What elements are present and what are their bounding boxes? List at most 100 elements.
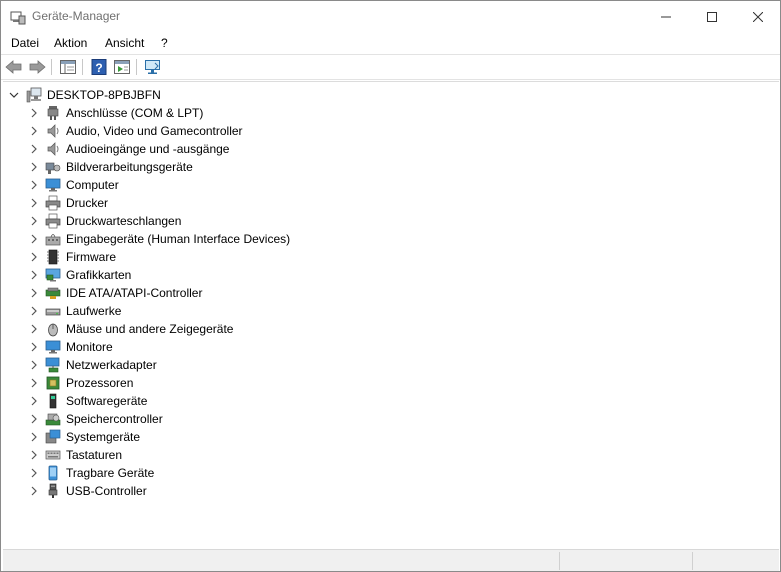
tree-category-item[interactable]: USB-Controller xyxy=(3,482,503,500)
printer-icon xyxy=(45,213,61,229)
network-adapter-icon xyxy=(45,357,60,373)
chevron-right-icon[interactable] xyxy=(29,252,39,262)
tree-category-item[interactable]: Anschlüsse (COM & LPT) xyxy=(3,104,503,122)
system-device-icon xyxy=(45,429,61,444)
chevron-right-icon[interactable] xyxy=(29,234,39,244)
chevron-right-icon[interactable] xyxy=(29,486,39,496)
chevron-right-icon[interactable] xyxy=(29,198,39,208)
tree-category-item[interactable]: Systemgeräte xyxy=(3,428,503,446)
back-arrow-icon xyxy=(5,60,22,74)
help-button[interactable]: ? xyxy=(89,58,109,76)
tree-category-label: USB-Controller xyxy=(66,484,147,498)
chevron-right-icon[interactable] xyxy=(29,378,39,388)
tree-category-label: Monitore xyxy=(66,340,113,354)
keyboard-icon xyxy=(45,450,61,460)
console-tree-button[interactable] xyxy=(58,58,78,76)
tree-category-label: Computer xyxy=(66,178,119,192)
scan-hardware-button[interactable] xyxy=(143,58,163,76)
tree-category-item[interactable]: Tragbare Geräte xyxy=(3,464,503,482)
tree-category-item[interactable]: Prozessoren xyxy=(3,374,503,392)
tree-category-item[interactable]: Tastaturen xyxy=(3,446,503,464)
tree-category-item[interactable]: Eingabegeräte (Human Interface Devices) xyxy=(3,230,503,248)
chevron-right-icon[interactable] xyxy=(29,126,39,136)
tree-category-item[interactable]: Druckwarteschlangen xyxy=(3,212,503,230)
close-icon xyxy=(753,11,763,22)
maximize-icon xyxy=(707,11,717,22)
disk-drive-icon xyxy=(45,308,61,316)
chevron-right-icon[interactable] xyxy=(29,180,39,190)
back-button[interactable] xyxy=(4,58,24,76)
tree-category-label: Drucker xyxy=(66,196,109,210)
properties-icon xyxy=(114,60,130,74)
computer-icon xyxy=(26,87,42,103)
chevron-right-icon[interactable] xyxy=(29,288,39,298)
chevron-right-icon[interactable] xyxy=(29,162,39,172)
tree-category-item[interactable]: Laufwerke xyxy=(3,302,503,320)
tree-category-label: Grafikkarten xyxy=(66,268,132,282)
chevron-right-icon[interactable] xyxy=(29,306,39,316)
tree-category-item[interactable]: Mäuse und andere Zeigegeräte xyxy=(3,320,503,338)
tree-category-item[interactable]: Netzwerkadapter xyxy=(3,356,503,374)
device-manager-app-icon xyxy=(10,11,26,25)
chevron-right-icon[interactable] xyxy=(29,342,39,352)
tree-category-item[interactable]: Audio, Video und Gamecontroller xyxy=(3,122,503,140)
tree-root-node[interactable]: DESKTOP-8PBJBFN xyxy=(3,86,403,104)
title-bar[interactable]: Geräte-Manager xyxy=(1,1,780,32)
svg-text:?: ? xyxy=(95,61,102,75)
camera-icon xyxy=(45,162,61,174)
device-tree[interactable]: DESKTOP-8PBJBFN Anschlüsse (COM & LPT) Au… xyxy=(3,81,779,547)
tree-category-label: Speichercontroller xyxy=(66,412,163,426)
chevron-down-icon[interactable] xyxy=(9,90,19,100)
tree-category-label: Audioeingänge und -ausgänge xyxy=(66,142,230,156)
window-title: Geräte-Manager xyxy=(32,9,121,23)
maximize-button[interactable] xyxy=(689,1,735,32)
properties-button[interactable] xyxy=(112,58,132,76)
toolbar-separator xyxy=(82,59,83,75)
tree-category-item[interactable]: Monitore xyxy=(3,338,503,356)
tree-category-label: Eingabegeräte (Human Interface Devices) xyxy=(66,232,291,246)
mouse-icon xyxy=(48,323,58,337)
tree-category-label: Anschlüsse (COM & LPT) xyxy=(66,106,204,120)
status-divider xyxy=(692,552,693,570)
chevron-right-icon[interactable] xyxy=(29,450,39,460)
tree-category-label: Mäuse und andere Zeigegeräte xyxy=(66,322,234,336)
chevron-right-icon[interactable] xyxy=(29,396,39,406)
tree-category-label: IDE ATA/ATAPI-Controller xyxy=(66,286,203,300)
minimize-button[interactable] xyxy=(643,1,689,32)
tree-category-item[interactable]: Audioeingänge und -ausgänge xyxy=(3,140,503,158)
tree-category-item[interactable]: IDE ATA/ATAPI-Controller xyxy=(3,284,503,302)
hid-icon xyxy=(45,234,61,246)
status-divider xyxy=(559,552,560,570)
chevron-right-icon[interactable] xyxy=(29,468,39,478)
tree-category-item[interactable]: Bildverarbeitungsgeräte xyxy=(3,158,503,176)
chevron-right-icon[interactable] xyxy=(29,144,39,154)
chevron-right-icon[interactable] xyxy=(29,360,39,370)
chevron-right-icon[interactable] xyxy=(29,432,39,442)
chevron-right-icon[interactable] xyxy=(29,216,39,226)
tree-category-item[interactable]: Computer xyxy=(3,176,503,194)
toolbar-separator xyxy=(136,59,137,75)
monitor-icon xyxy=(45,340,61,354)
close-button[interactable] xyxy=(735,1,781,32)
tree-category-label: Audio, Video und Gamecontroller xyxy=(66,124,243,138)
tree-category-item[interactable]: Speichercontroller xyxy=(3,410,503,428)
tree-category-label: Netzwerkadapter xyxy=(66,358,157,372)
tree-category-item[interactable]: Softwaregeräte xyxy=(3,392,503,410)
status-bar xyxy=(3,549,779,571)
menu-bar: Datei Aktion Ansicht ? xyxy=(1,32,780,54)
menu-ansicht[interactable]: Ansicht xyxy=(105,36,144,50)
chevron-right-icon[interactable] xyxy=(29,108,39,118)
menu-help[interactable]: ? xyxy=(161,36,168,50)
menu-datei[interactable]: Datei xyxy=(11,36,39,50)
tree-category-item[interactable]: Grafikkarten xyxy=(3,266,503,284)
chevron-right-icon[interactable] xyxy=(29,414,39,424)
forward-button[interactable] xyxy=(27,58,47,76)
chevron-right-icon[interactable] xyxy=(29,324,39,334)
menu-aktion[interactable]: Aktion xyxy=(54,36,87,50)
chevron-right-icon[interactable] xyxy=(29,270,39,280)
display-adapter-icon xyxy=(45,268,61,282)
tree-category-item[interactable]: Firmware xyxy=(3,248,503,266)
tree-category-item[interactable]: Drucker xyxy=(3,194,503,212)
portable-device-icon xyxy=(48,465,58,481)
printer-icon xyxy=(45,195,61,211)
